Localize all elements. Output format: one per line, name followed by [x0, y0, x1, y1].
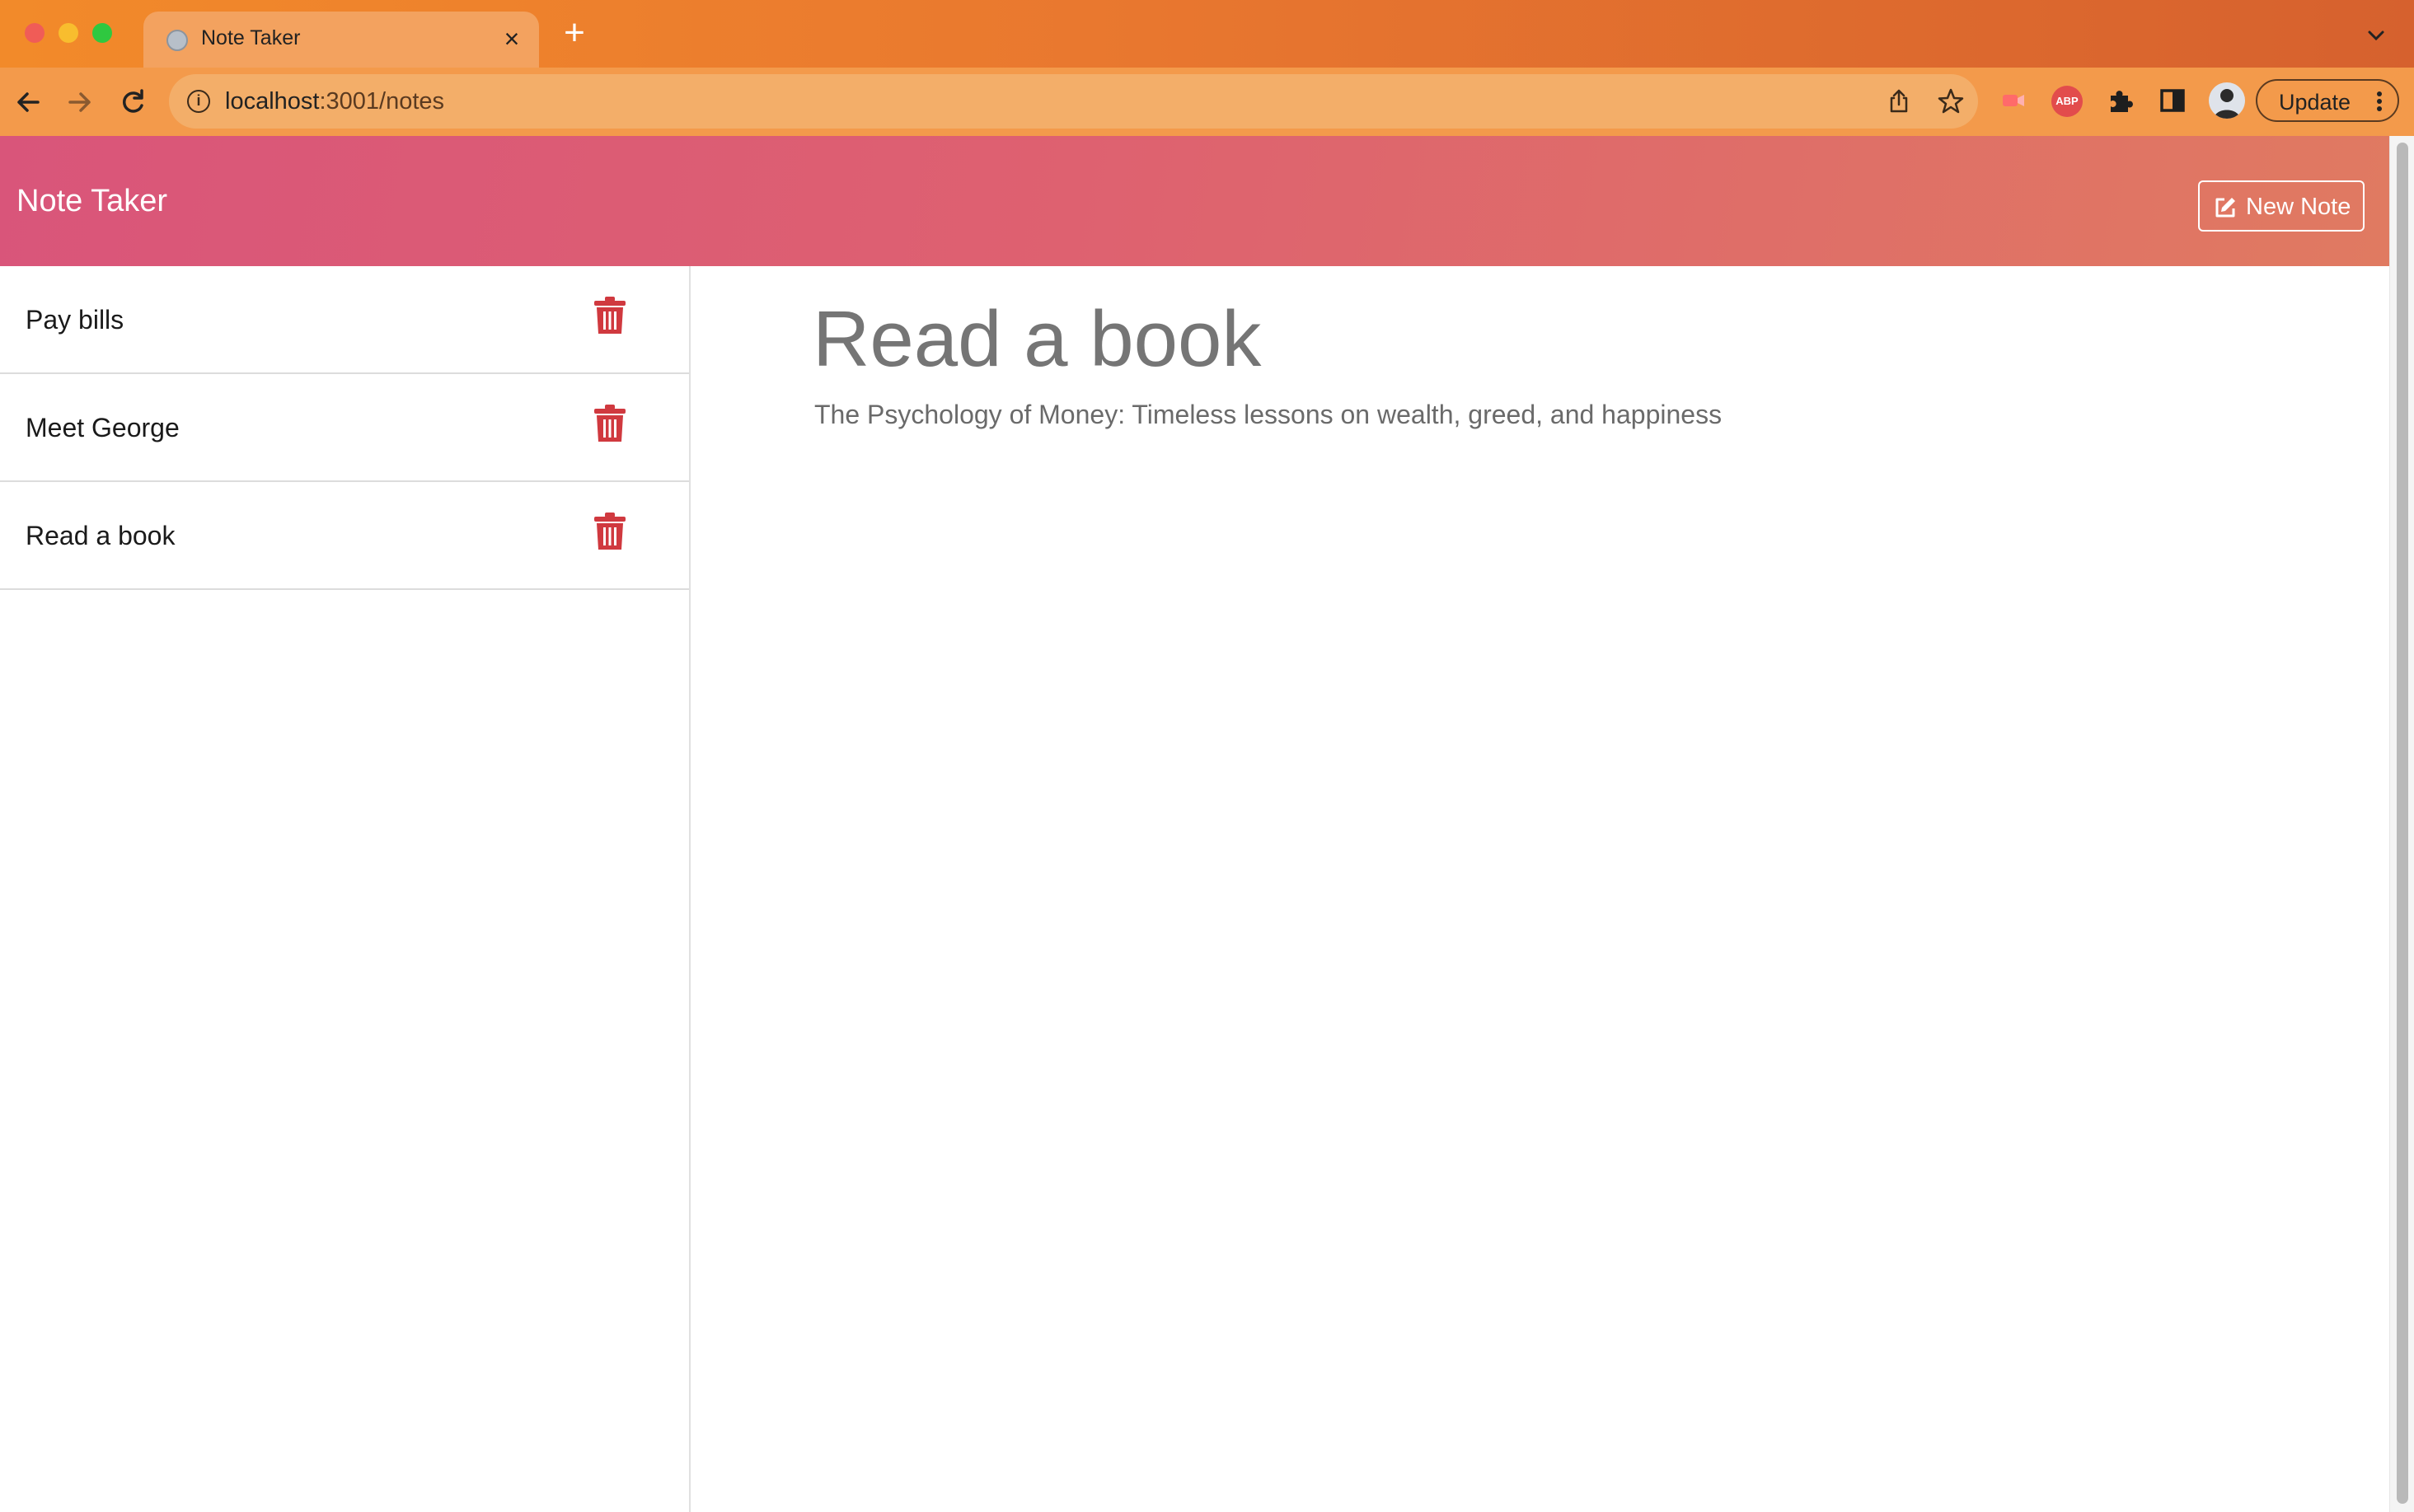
url-path: :3001/notes [319, 88, 445, 115]
app-header: Note Taker New Note [0, 136, 2389, 266]
adblock-icon[interactable]: ABP [2051, 86, 2083, 117]
new-note-button[interactable]: New Note [2198, 180, 2365, 232]
note-editor: Read a book The Psychology of Money: Tim… [692, 266, 2389, 1512]
new-tab-button[interactable]: + [556, 15, 593, 53]
browser-toolbar: i localhost:3001/notes ABP Update [0, 68, 2414, 136]
more-vertical-icon[interactable] [2376, 91, 2383, 112]
notes-sidebar: Pay bills Meet George Read a book [0, 266, 691, 1512]
url-text[interactable]: localhost:3001/notes [225, 88, 444, 115]
note-list-item[interactable]: Meet George [0, 374, 689, 482]
browser-chrome: Note Taker × + i localhost:3001/notes AB… [0, 0, 2414, 136]
note-list-item[interactable]: Pay bills [0, 266, 689, 374]
site-info-icon[interactable]: i [187, 90, 210, 113]
globe-icon [166, 30, 188, 51]
trash-icon[interactable] [593, 296, 626, 335]
puzzle-extensions-icon[interactable] [2104, 84, 2137, 117]
trash-icon[interactable] [593, 512, 626, 551]
note-text-field[interactable]: The Psychology of Money: Timeless lesson… [814, 400, 1722, 430]
url-host: localhost [225, 88, 320, 115]
close-window-button[interactable] [25, 23, 45, 43]
browser-tab[interactable]: Note Taker × [143, 12, 539, 68]
tab-close-icon[interactable]: × [496, 23, 527, 54]
update-label: Update [2279, 90, 2351, 115]
reload-icon[interactable] [116, 86, 149, 119]
extension-camera-icon[interactable] [1997, 84, 2030, 117]
note-list-title: Meet George [26, 413, 180, 442]
maximize-window-button[interactable] [92, 23, 112, 43]
scrollbar-thumb[interactable] [2397, 143, 2408, 1504]
bookmark-star-icon[interactable] [1937, 87, 1965, 115]
note-list-item[interactable]: Read a book [0, 482, 689, 590]
profile-avatar[interactable] [2209, 82, 2245, 119]
chevron-down-icon[interactable] [2364, 23, 2388, 48]
note-list-title: Read a book [26, 521, 176, 550]
address-bar[interactable]: i localhost:3001/notes [169, 74, 1978, 129]
edit-note-icon [2215, 198, 2235, 218]
forward-arrow-icon[interactable] [63, 86, 96, 119]
page-scrollbar[interactable] [2389, 136, 2414, 1512]
note-list-title: Pay bills [26, 305, 124, 335]
note-title-field[interactable]: Read a book [813, 294, 1261, 385]
share-icon[interactable] [1885, 87, 1913, 115]
trash-icon[interactable] [593, 404, 626, 443]
minimize-window-button[interactable] [59, 23, 78, 43]
app-brand[interactable]: Note Taker [16, 184, 167, 219]
new-note-label: New Note [2246, 194, 2351, 220]
update-button[interactable]: Update [2256, 79, 2399, 122]
back-arrow-icon[interactable] [12, 86, 45, 119]
tab-title: Note Taker [201, 26, 301, 49]
side-panel-icon[interactable] [2156, 84, 2189, 117]
